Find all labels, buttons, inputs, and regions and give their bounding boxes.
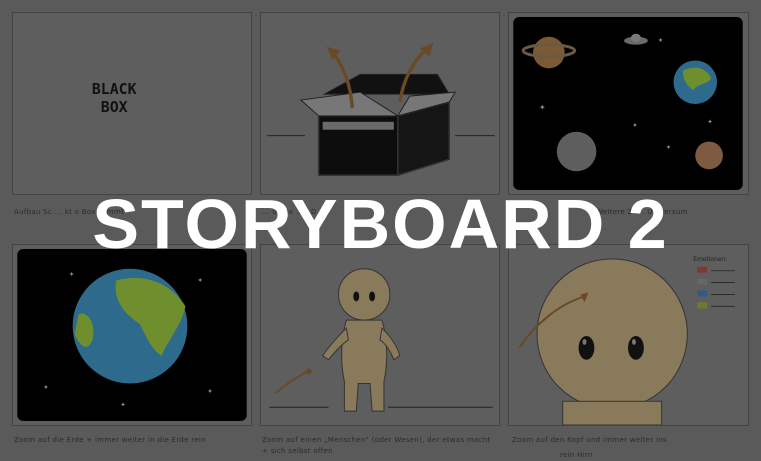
panel-black-box: BLACK BOX [12,12,252,195]
earth-zoom-sketch: ✦ ✦ ✦ ✦ ✦ [17,248,247,422]
svg-text:✦: ✦ [666,143,672,151]
black-box-sketch: BLACK BOX [92,81,137,116]
svg-text:✦: ✦ [69,271,75,279]
caption-row2-panel2a: Zoom auf einen „Menschen“ (oder Wesen), … [262,436,491,444]
svg-text:✦: ✦ [197,277,203,285]
svg-text:✦: ✦ [707,118,713,126]
svg-text:✦: ✦ [120,401,126,409]
caption-row2-panel2b: + sich selbst offen [262,447,333,455]
caption-row2-panel3b: rein Hirn [560,451,593,459]
panel-open-box [260,12,500,195]
svg-text:✦: ✦ [632,122,638,130]
panel-head-zoom: Emotionen: [508,244,749,426]
panel-earth-zoom: ✦ ✦ ✦ ✦ ✦ [12,244,252,426]
sketch-text-box: BOX [101,99,128,116]
head-zoom-sketch: Emotionen: [518,256,735,425]
universe-sketch: ✦ ✦ ✦ ✦ ✦ [513,16,743,191]
storyboard-title: STORYBOARD 2 [92,185,669,263]
panel-character [260,244,500,426]
svg-text:✦: ✦ [539,103,546,112]
character-sketch [269,268,493,412]
panel-universe: ✦ ✦ ✦ ✦ ✦ [508,12,749,195]
svg-text:✦: ✦ [207,387,213,395]
sketch-text-black: BLACK [92,81,137,98]
svg-text:✦: ✦ [43,383,49,391]
caption-row2-panel1: Zoom auf die Erde + immer weiter in die … [14,436,206,444]
svg-text:✦: ✦ [658,37,664,45]
storyboard-canvas: BLACK BOX Aufbau Sc ... kt o Box kommt .… [0,0,761,461]
caption-row2-panel3a: Zoom auf den Kopf und immer weiter ins [512,436,667,444]
open-box-sketch [267,42,495,177]
